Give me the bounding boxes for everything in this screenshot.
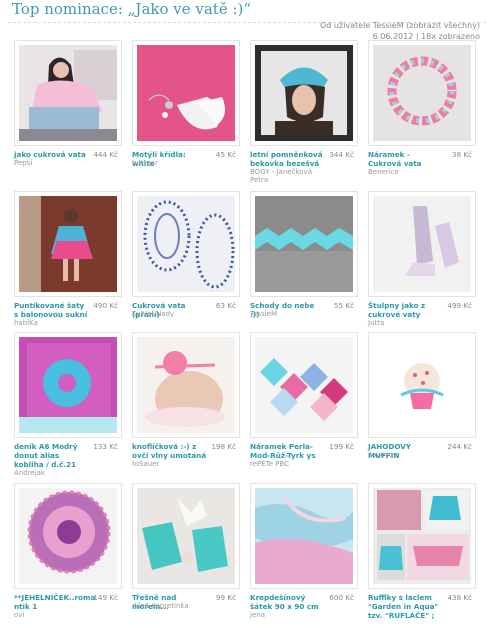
item-price: 149 Kč (93, 593, 118, 602)
list-item[interactable]: Motýlí křídla: white 45 Kč buttear (132, 40, 244, 185)
photo-thumbnail (137, 337, 235, 433)
list-item[interactable]: Cukrová vata (přání) 63 Kč Eye of Nady (132, 191, 244, 336)
item-thumbnail[interactable] (250, 332, 358, 438)
photo-thumbnail (373, 196, 471, 292)
list-item[interactable]: Krepdešínový šátek 90 x 90 cm 600 Kč jen… (250, 483, 362, 628)
item-price: 199 Kč (329, 442, 354, 451)
item-name[interactable]: letní pomněnková bekovka bezešvá (250, 150, 326, 168)
photo-thumbnail (19, 337, 117, 433)
list-item[interactable]: JAHODOVÝ MUFFIN 244 Kč iloveyou (368, 332, 480, 477)
item-name[interactable]: Rufflky s laclem "Garden in Aqua" tzv. "… (368, 593, 444, 620)
item-price: 45 Kč (215, 150, 236, 159)
list-item[interactable]: Rufflky s laclem "Garden in Aqua" tzv. "… (368, 483, 480, 628)
item-thumbnail[interactable] (250, 40, 358, 146)
item-thumbnail[interactable] (14, 191, 122, 297)
item-thumbnail[interactable] (132, 40, 240, 146)
item-thumbnail[interactable] (250, 483, 358, 589)
meta-prefix: Od uživatele (320, 21, 371, 30)
photo-thumbnail (137, 196, 235, 292)
photo-thumbnail (137, 45, 235, 141)
photo-thumbnail (19, 45, 117, 141)
item-price: 99 Kč (215, 593, 236, 602)
photo-thumbnail (373, 45, 471, 141)
item-thumbnail[interactable] (132, 191, 240, 297)
item-name[interactable]: deník A6 Modrý donut alias kobliha / d.č… (14, 442, 90, 469)
list-item[interactable]: **JEHELNÍČEK..roma ntik 1 149 Kč ovi (14, 483, 126, 628)
item-author[interactable]: Pepsi (14, 159, 32, 167)
photo-thumbnail (19, 488, 117, 584)
item-thumbnail[interactable] (368, 332, 476, 438)
list-item[interactable]: Schody do nebe :)) 55 Kč TessieM (250, 191, 362, 336)
item-price: 438 Kč (447, 593, 472, 602)
item-price: 198 Kč (211, 442, 236, 451)
item-thumbnail[interactable] (14, 40, 122, 146)
item-author[interactable]: dílna Kopretinka (132, 602, 189, 610)
list-item[interactable]: deník A6 Modrý donut alias kobliha / d.č… (14, 332, 126, 477)
item-author[interactable]: Andrejak (14, 469, 45, 477)
meta-user-link[interactable]: TessieM (373, 21, 404, 30)
item-price: 244 Kč (447, 442, 472, 451)
item-price: 133 Kč (93, 442, 118, 451)
item-name[interactable]: Krepdešínový šátek 90 x 90 cm (250, 593, 326, 611)
page-title: Top nominace: „Jako ve vatě :)“ (12, 0, 252, 18)
item-name[interactable]: Náramek Perla-Mod-Růž-Tyrk ys (250, 442, 326, 460)
item-thumbnail[interactable] (368, 191, 476, 297)
item-name[interactable]: knoflíčková :-) z ovčí vlny umotaná (132, 442, 208, 460)
item-author[interactable]: iloveyou (368, 451, 397, 459)
item-name[interactable]: Štulpny jako z cukrové vaty (368, 301, 444, 319)
item-thumbnail[interactable] (368, 483, 476, 589)
list-meta: Od uživatele TessieM (zobrazit všechny) … (320, 21, 480, 41)
item-author[interactable]: TessieM (250, 310, 277, 318)
item-author[interactable]: rePETe PBC (250, 460, 289, 468)
meta-show-all-link[interactable]: (zobrazit všechny) (406, 21, 480, 30)
item-price: 444 Kč (93, 150, 118, 159)
item-price: 600 Kč (329, 593, 354, 602)
item-thumbnail[interactable] (14, 332, 122, 438)
photo-thumbnail (19, 196, 117, 292)
item-author[interactable]: Benerice (368, 168, 399, 176)
item-price: 63 Kč (215, 301, 236, 310)
item-thumbnail[interactable] (250, 191, 358, 297)
item-thumbnail[interactable] (14, 483, 122, 589)
photo-thumbnail (373, 337, 471, 433)
list-item[interactable]: Štulpny jako z cukrové vaty 499 Kč Jutta (368, 191, 480, 336)
item-author[interactable]: habiKa (14, 319, 38, 327)
item-price: 344 Kč (329, 150, 354, 159)
item-price: 490 Kč (93, 301, 118, 310)
item-author[interactable]: ovi (14, 611, 24, 619)
list-item[interactable]: Náramek - Cukrová vata 38 Kč Benerice (368, 40, 480, 185)
item-name[interactable]: **JEHELNÍČEK..roma ntik 1 (14, 593, 95, 611)
photo-thumbnail (137, 488, 235, 584)
list-item[interactable]: knoflíčková :-) z ovčí vlny umotaná 198 … (132, 332, 244, 477)
item-author[interactable]: Eye of Nady (132, 310, 174, 318)
list-item[interactable]: letní pomněnková bekovka bezešvá 344 Kč … (250, 40, 362, 185)
item-thumbnail[interactable] (368, 40, 476, 146)
item-author[interactable]: buttear (132, 159, 158, 167)
item-thumbnail[interactable] (132, 483, 240, 589)
item-thumbnail[interactable] (132, 332, 240, 438)
item-author[interactable]: toSauer (132, 460, 159, 468)
list-item[interactable]: jako cukrová vata 444 Kč Pepsi (14, 40, 126, 185)
item-price: 499 Kč (447, 301, 472, 310)
list-item[interactable]: Náramek Perla-Mod-Růž-Tyrk ys 199 Kč reP… (250, 332, 362, 477)
photo-thumbnail (255, 488, 353, 584)
item-author[interactable]: BOGY - Janečková Petra (250, 168, 330, 184)
item-name[interactable]: jako cukrová vata (14, 150, 90, 159)
photo-thumbnail (255, 337, 353, 433)
item-author[interactable]: Jutta (368, 319, 384, 327)
item-name[interactable]: Puntíkované šaty s balonovou sukní (14, 301, 90, 319)
photo-thumbnail (255, 45, 353, 141)
item-author[interactable]: jena (250, 611, 265, 619)
item-name[interactable]: Náramek - Cukrová vata (368, 150, 444, 168)
photo-thumbnail (255, 196, 353, 292)
list-item[interactable]: Puntíkované šaty s balonovou sukní 490 K… (14, 191, 126, 336)
list-item[interactable]: Třešně nad mořem... 99 Kč dílna Kopretin… (132, 483, 244, 628)
photo-thumbnail (373, 488, 471, 584)
item-price: 38 Kč (451, 150, 472, 159)
item-price: 55 Kč (333, 301, 354, 310)
